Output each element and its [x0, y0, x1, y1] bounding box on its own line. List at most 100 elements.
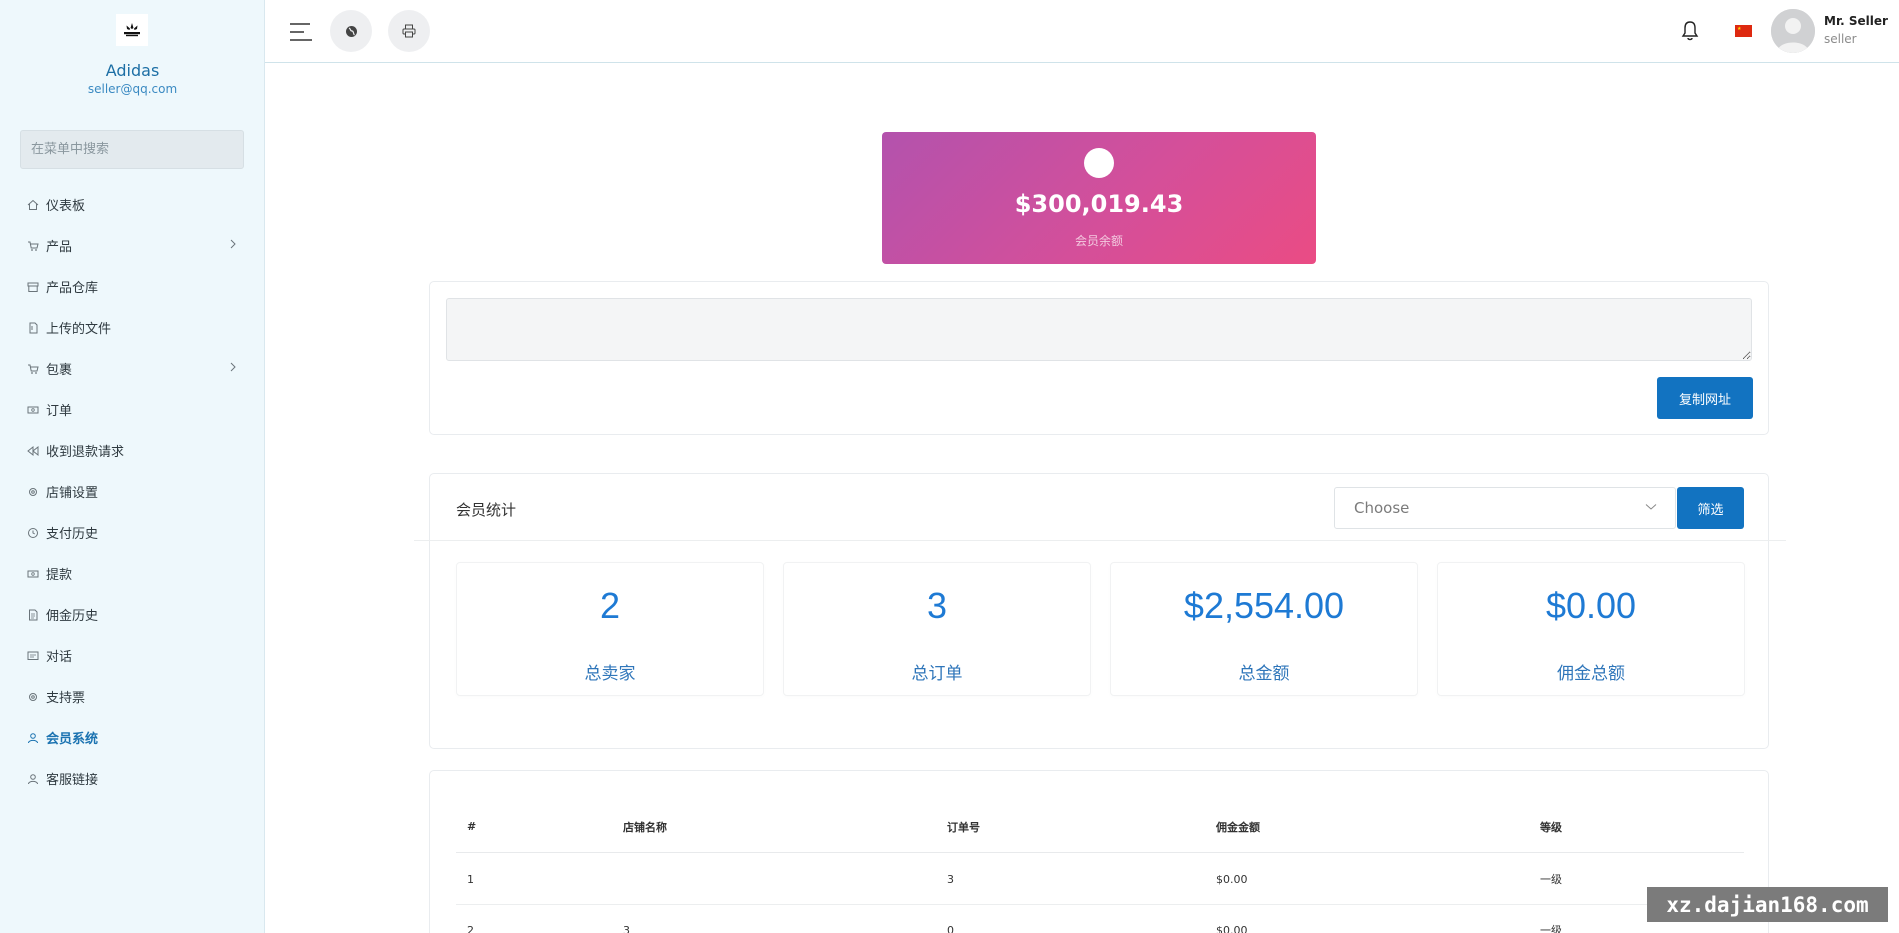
sidebar-item-label: 收到退款请求 [46, 445, 125, 460]
printer-icon [402, 24, 416, 38]
chevron-right-icon [230, 239, 236, 249]
stat-card-total-commission: $0.00 佣金总额 [1437, 562, 1745, 696]
cart-icon [26, 362, 40, 376]
referral-url-textarea[interactable] [446, 298, 1752, 361]
user-name[interactable]: Mr. Seller [1824, 14, 1888, 28]
sidebar-item-uploaded-files[interactable]: 上传的文件 [0, 307, 265, 348]
backward-icon [26, 444, 40, 458]
copy-url-button[interactable]: 复制网址 [1657, 377, 1753, 419]
filter-select[interactable]: Choose [1334, 487, 1676, 529]
archive-icon [26, 280, 40, 294]
gear-icon [26, 690, 40, 704]
stat-card-total-sellers: 2 总卖家 [456, 562, 764, 696]
table-cell: 一级 [1540, 924, 1562, 933]
affiliate-orders-table-card: # 店铺名称 订单号 佣金金额 等级 1 3 $0.00 一级 2 3 0 $0… [429, 770, 1769, 933]
column-header-index: # [467, 820, 477, 833]
sidebar-item-label: 上传的文件 [46, 322, 112, 337]
menu-toggle-icon[interactable] [288, 20, 314, 44]
divider [414, 540, 1786, 541]
globe-button[interactable] [330, 10, 372, 52]
document-icon [26, 608, 40, 622]
table-cell: $0.00 [1216, 923, 1248, 933]
table-cell: 3 [623, 923, 630, 933]
table-header-row: # 店铺名称 订单号 佣金金额 等级 [456, 801, 1744, 853]
user-avatar-icon [1771, 9, 1815, 53]
topbar: ★ Mr. Seller seller [265, 0, 1899, 63]
column-header-level: 等级 [1540, 820, 1562, 834]
sidebar-item-packages[interactable]: 包裹 [0, 348, 265, 389]
sidebar-item-payment-history[interactable]: 支付历史 [0, 512, 265, 553]
stat-label: 总卖家 [584, 664, 636, 684]
sidebar-item-label: 支付历史 [46, 527, 99, 542]
stat-value: $0.00 [1545, 585, 1637, 626]
table-row: 2 3 0 $0.00 一级 [456, 905, 1744, 933]
sidebar-item-label: 产品仓库 [46, 281, 99, 296]
table-cell: 0 [947, 923, 954, 933]
chevron-right-icon [230, 362, 236, 372]
stat-value: $2,554.00 [1183, 585, 1345, 626]
sidebar-item-conversations[interactable]: 对话 [0, 635, 265, 676]
sidebar-item-label: 对话 [46, 650, 73, 665]
cart-icon [26, 239, 40, 253]
china-flag-icon[interactable]: ★ [1735, 25, 1752, 37]
table-cell: 2 [467, 923, 474, 933]
sidebar-item-label: 客服链接 [46, 773, 99, 788]
sidebar-item-label: 仪表板 [46, 199, 86, 214]
filter-select-value: Choose [1354, 499, 1410, 517]
user-icon [26, 772, 40, 786]
sidebar-item-products[interactable]: 产品 [0, 225, 265, 266]
sidebar-item-dashboard[interactable]: 仪表板 [0, 184, 265, 225]
sidebar-item-shop-settings[interactable]: 店铺设置 [0, 471, 265, 512]
stat-label: 总订单 [911, 664, 963, 684]
brand-name: Adidas [105, 61, 160, 80]
sidebar-item-commission-history[interactable]: 佣金历史 [0, 594, 265, 635]
column-header-shop-name: 店铺名称 [623, 820, 667, 834]
home-icon [26, 198, 40, 212]
sidebar-item-withdraw[interactable]: 提款 [0, 553, 265, 594]
history-icon [26, 526, 40, 540]
stat-card-total-amount: $2,554.00 总金额 [1110, 562, 1418, 696]
column-header-order-number: 订单号 [947, 820, 980, 834]
user-role: seller [1824, 32, 1857, 46]
affiliate-balance-card: $300,019.43 会员余额 [882, 132, 1316, 264]
table-cell: 1 [467, 872, 474, 886]
notifications-bell-icon[interactable] [1681, 20, 1699, 46]
sidebar-item-support-tickets[interactable]: 支持票 [0, 676, 265, 717]
money-icon [26, 403, 40, 417]
sidebar-item-label: 会员系统 [46, 732, 99, 747]
balance-icon [1084, 148, 1114, 178]
stat-card-total-orders: 3 总订单 [783, 562, 1091, 696]
table-cell: 3 [947, 872, 954, 886]
avatar[interactable] [1771, 9, 1815, 53]
sidebar-item-affiliate-system[interactable]: 会员系统 [0, 717, 265, 758]
sidebar-item-orders[interactable]: 订单 [0, 389, 265, 430]
sidebar-item-label: 订单 [46, 404, 73, 419]
stat-value: 2 [599, 585, 621, 626]
brand-logo[interactable] [116, 14, 148, 46]
balance-amount: $300,019.43 [1014, 190, 1184, 218]
filter-button[interactable]: 筛选 [1677, 487, 1744, 529]
table-cell: 一级 [1540, 873, 1562, 886]
sidebar-item-label: 佣金历史 [46, 609, 99, 624]
globe-icon [345, 25, 357, 37]
money-icon [26, 567, 40, 581]
watermark: xz.dajian168.com [1647, 887, 1888, 922]
user-icon [26, 731, 40, 745]
table-row: 1 3 $0.00 一级 [456, 854, 1744, 905]
sidebar-item-product-warehouse[interactable]: 产品仓库 [0, 266, 265, 307]
sidebar-item-label: 店铺设置 [46, 486, 99, 501]
affiliate-stats-card: 会员统计 Choose 筛选 2 总卖家 3 总订单 $2,554.00 总金额… [414, 473, 1786, 749]
print-button[interactable] [388, 10, 430, 52]
sidebar-item-refund-requests[interactable]: 收到退款请求 [0, 430, 265, 471]
sidebar-item-customer-service-link[interactable]: 客服链接 [0, 758, 265, 799]
stat-value: 3 [926, 585, 948, 626]
stat-label: 总金额 [1238, 664, 1290, 684]
stats-title: 会员统计 [456, 501, 517, 519]
sidebar-item-label: 提款 [46, 568, 73, 583]
sidebar-item-label: 产品 [46, 240, 73, 255]
menu-search-input[interactable] [20, 130, 244, 169]
chevron-down-icon [1645, 504, 1657, 510]
sidebar-item-label: 包裹 [46, 363, 73, 378]
balance-label: 会员余额 [1074, 234, 1123, 248]
referral-url-card: 复制网址 [429, 281, 1769, 435]
